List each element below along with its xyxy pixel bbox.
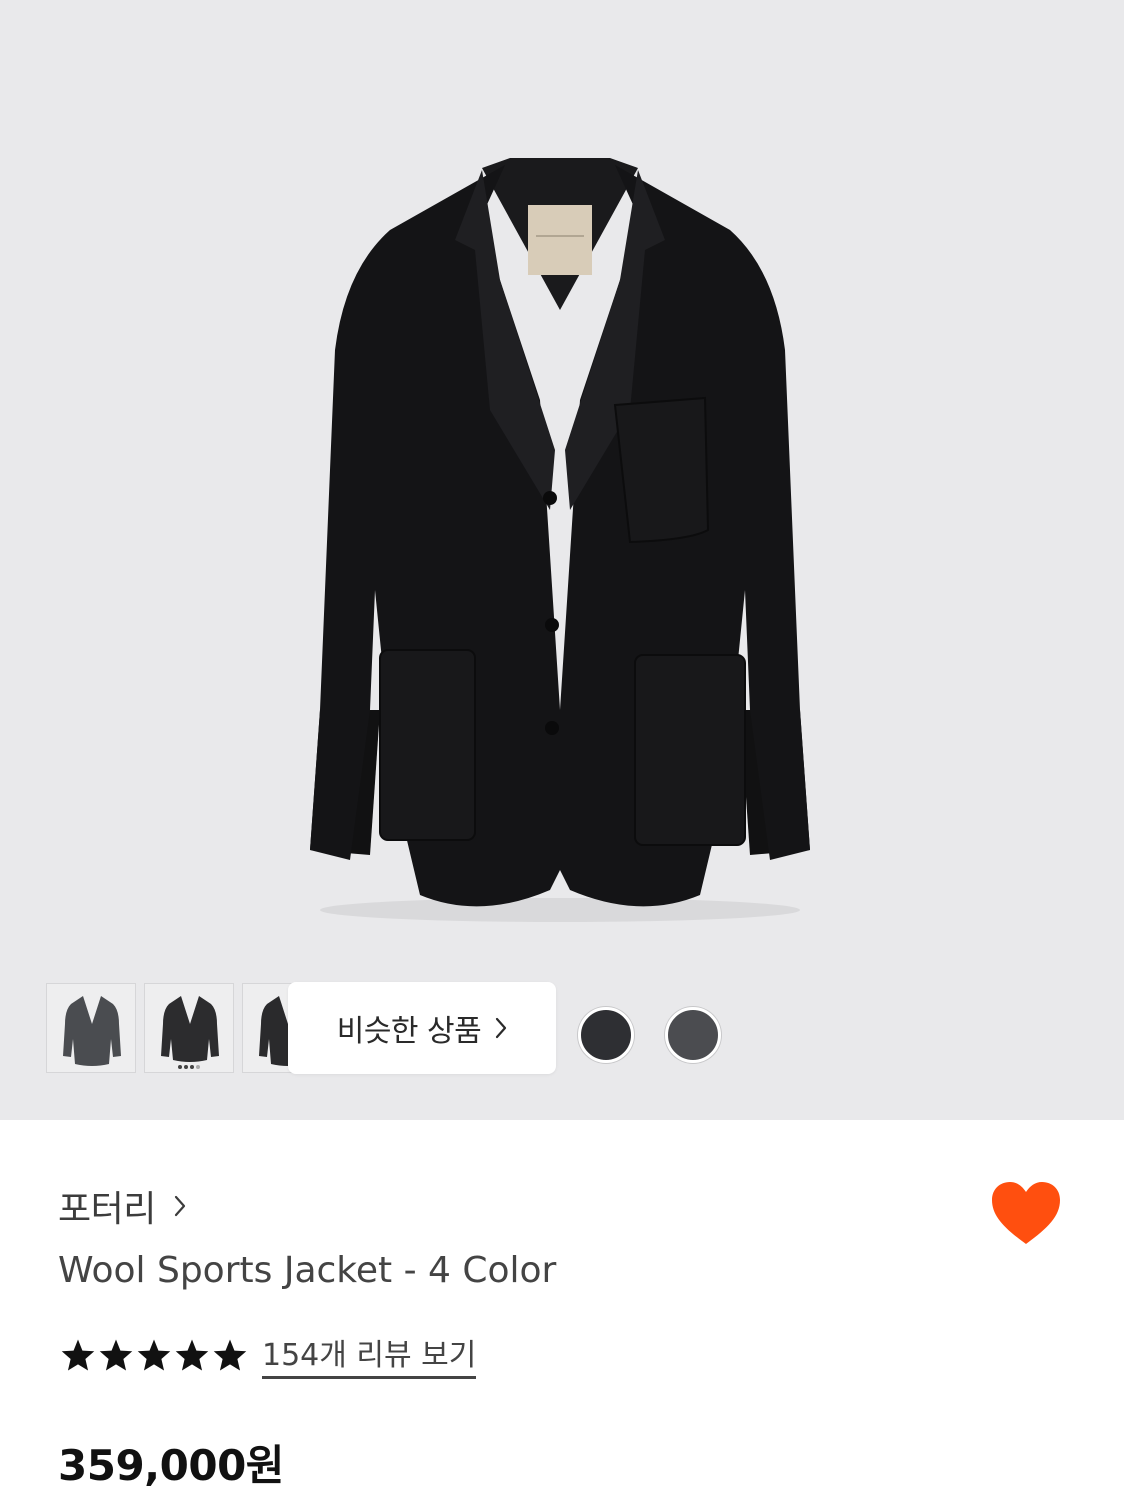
brand-name: 포터리: [58, 1189, 156, 1230]
jacket-thumbnail-icon: [161, 996, 219, 1069]
product-price: 359,000원: [58, 1441, 284, 1490]
brand-link[interactable]: 포터리: [58, 1180, 186, 1232]
similar-products-label: 비슷한 상품: [336, 1014, 482, 1049]
star-icon: [137, 1338, 171, 1371]
star-rating: [60, 1338, 248, 1372]
chevron-right-icon: [174, 1195, 185, 1217]
chevron-right-icon: [496, 1017, 507, 1039]
review-link[interactable]: 154개 리뷰 보기: [262, 1330, 477, 1379]
product-hero: 비슷한 상품: [0, 0, 1124, 1120]
jacket-thumbnail-icon: [63, 996, 121, 1066]
rating-row: 154개 리뷰 보기: [60, 1330, 477, 1379]
star-icon: [175, 1338, 209, 1371]
gallery-thumbnail-2[interactable]: [144, 983, 234, 1073]
heart-icon[interactable]: [990, 1180, 1062, 1246]
color-swatch-2[interactable]: [665, 1007, 721, 1063]
gallery-thumbnail-1[interactable]: [46, 983, 136, 1073]
star-icon: [99, 1338, 133, 1371]
star-icon: [213, 1338, 247, 1371]
product-title: Wool Sports Jacket - 4 Color: [58, 1250, 557, 1291]
color-swatch-1[interactable]: [578, 1007, 634, 1063]
similar-products-button[interactable]: 비슷한 상품: [288, 982, 556, 1074]
product-image[interactable]: [250, 150, 870, 930]
star-icon: [61, 1338, 95, 1371]
